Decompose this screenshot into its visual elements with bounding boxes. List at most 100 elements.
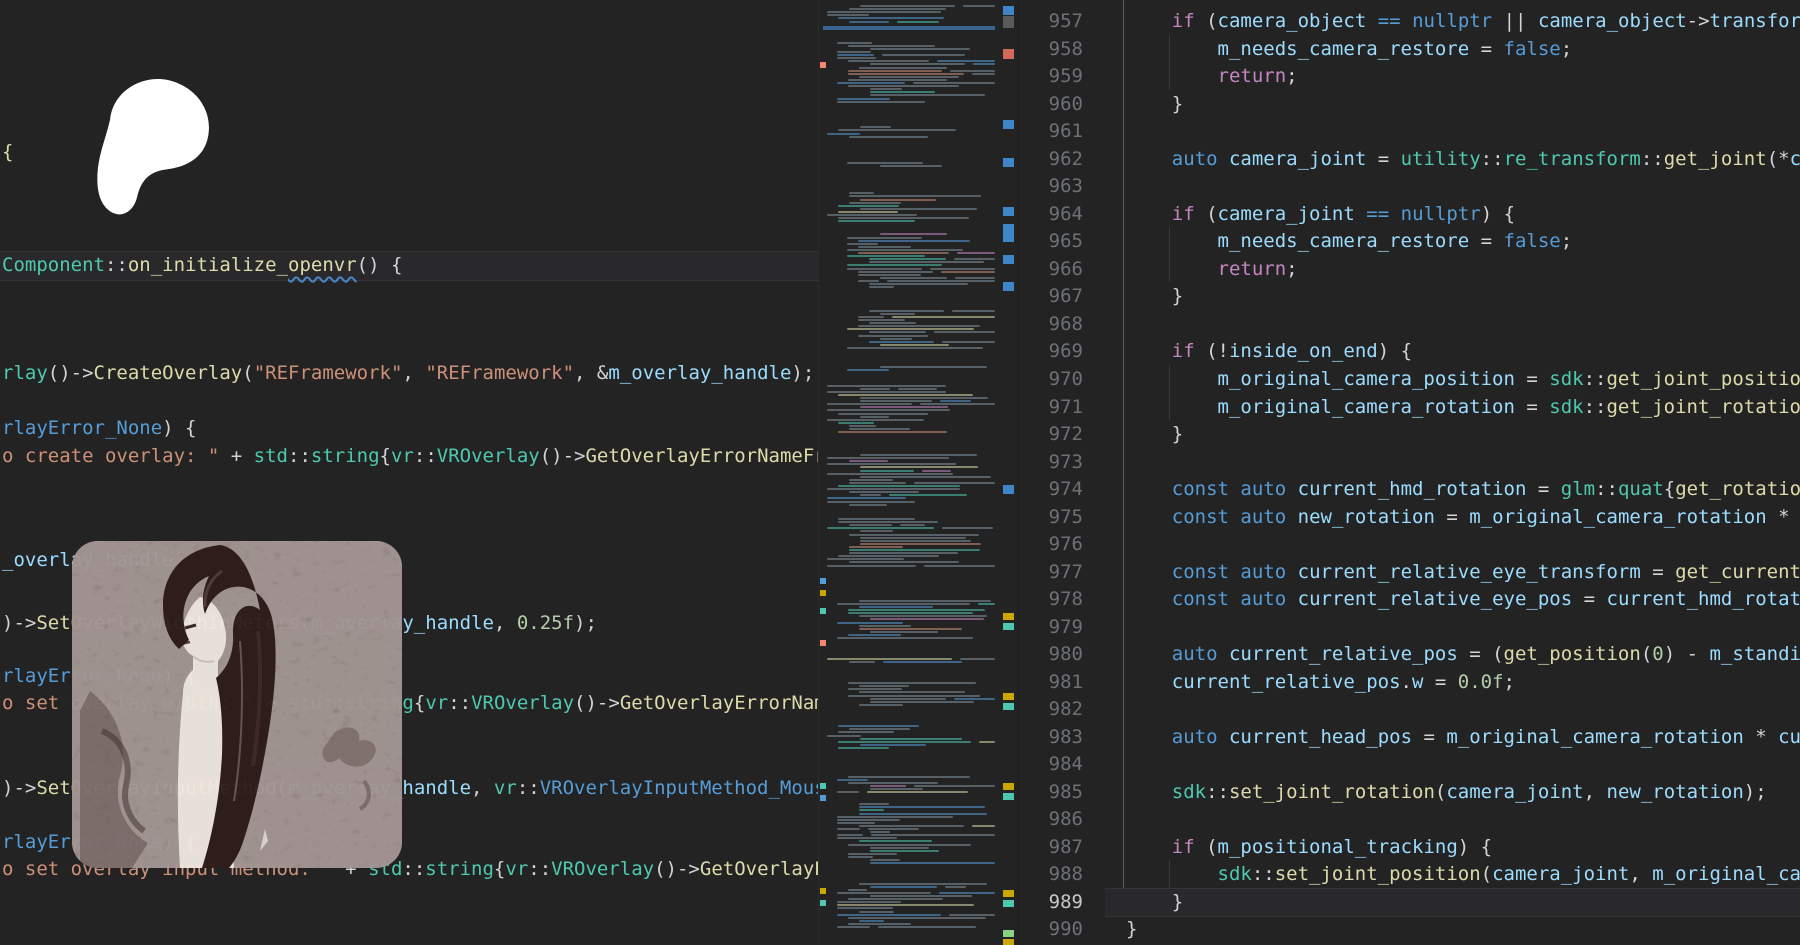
minimap-line [930,268,995,270]
code-token: m_needs_camera_restore [1218,230,1470,252]
code-line: sdk::set_joint_rotation(camera_joint, ne… [1126,778,1767,806]
minimap-line [848,776,970,778]
minimap-line [848,844,971,846]
minimap-decoration-marker [820,888,826,894]
minimap-line [837,901,901,903]
code-token: ; [1561,230,1572,252]
minimap-line [849,534,979,536]
minimap-line [870,859,900,861]
code-token [1126,203,1172,225]
minimap-line [860,199,936,201]
minimap-line [838,205,899,207]
code-token [1126,726,1172,748]
minimap-line [860,406,948,408]
minimap-line [848,917,986,919]
code-token: = [1469,230,1503,252]
code-token: ( [1195,203,1218,225]
code-token: auto [1172,643,1218,665]
code-line: rlayError_None) { [2,414,196,442]
line-number: 974 [1019,475,1083,503]
code-token: ); [574,612,597,634]
minimap-line [827,14,869,16]
overview-ruler-marker [1003,623,1014,630]
minimap-line [880,344,949,346]
code-token: set_joint_rotation [1229,781,1435,803]
minimap-line [838,518,915,520]
code-token: camera_object [1538,10,1687,32]
minimap-line [858,319,905,321]
minimap-line [849,552,958,554]
code-token [1286,478,1297,500]
minimap-line [827,558,904,560]
minimap-line [848,688,902,690]
minimap-line [869,341,934,343]
minimap-line [859,840,932,842]
code-token: GetOverlayErrorNameFro [585,445,818,467]
minimap-line [880,165,942,167]
code-token: auto [1240,561,1286,583]
minimap-line [957,252,995,254]
code-token: auto [1240,588,1286,610]
code-token: } [1126,423,1183,445]
minimap-line [838,521,938,523]
minimap-line [859,615,987,617]
code-token: sdk [1218,863,1252,885]
code-token: 0.0f [1458,671,1504,693]
line-number: 961 [1019,117,1083,145]
code-token: w [1412,671,1423,693]
minimap-line [880,277,947,279]
minimap-line [837,622,903,624]
minimap[interactable] [818,0,1001,945]
minimap-line [870,48,970,50]
overview-ruler-scrollbar[interactable] [1000,0,1018,945]
code-token [1126,506,1172,528]
minimap-line [941,271,995,273]
minimap-line [870,698,946,700]
code-token [1126,38,1218,60]
code-token: m_overlay_handle [608,362,791,384]
code-token [1126,10,1172,32]
minimap-line [952,310,995,312]
code-token [1229,561,1240,583]
minimap-line [838,731,894,733]
code-token: current_hmd_rotatio [1607,588,1800,610]
minimap-line [837,51,871,53]
code-token [1218,726,1229,748]
minimap-decoration-marker [820,62,826,68]
minimap-line [860,397,988,399]
overview-ruler-marker [1003,6,1014,15]
minimap-line [849,460,888,462]
minimap-line [838,422,874,424]
minimap-line [880,313,915,315]
code-token: ( [1195,10,1218,32]
code-token: ); [791,362,814,384]
code-token: std [254,445,288,467]
minimap-line [827,658,952,660]
overview-ruler-marker [1003,783,1014,790]
code-token: ()-> [654,858,700,880]
overview-ruler-marker [1003,485,1014,494]
minimap-line [837,603,970,605]
code-line: } [1126,282,1183,310]
code-token: )-> [2,777,36,799]
code-line: } [1126,90,1183,118]
minimap-line [837,779,868,781]
code-token [1286,561,1297,583]
code-token: m_needs_camera_restore [1218,38,1470,60]
code-token: ()-> [540,445,586,467]
minimap-line [827,214,917,216]
right-editor-pane[interactable]: 9579589599609619629639649659669679689699… [1018,0,1800,945]
line-number: 975 [1019,503,1083,531]
minimap-line [838,725,919,727]
minimap-line [848,612,973,614]
code-token: ) { [162,417,196,439]
minimap-line [847,237,922,239]
code-token: , [494,612,517,634]
code-token: , [402,362,425,384]
minimap-line [837,57,876,59]
code-token: || [1504,10,1527,32]
code-token [1126,478,1172,500]
minimap-line [859,920,884,922]
vscode-window: {Component::on_initialize_openvr() {rlay… [0,0,1800,945]
minimap-line [858,252,949,254]
